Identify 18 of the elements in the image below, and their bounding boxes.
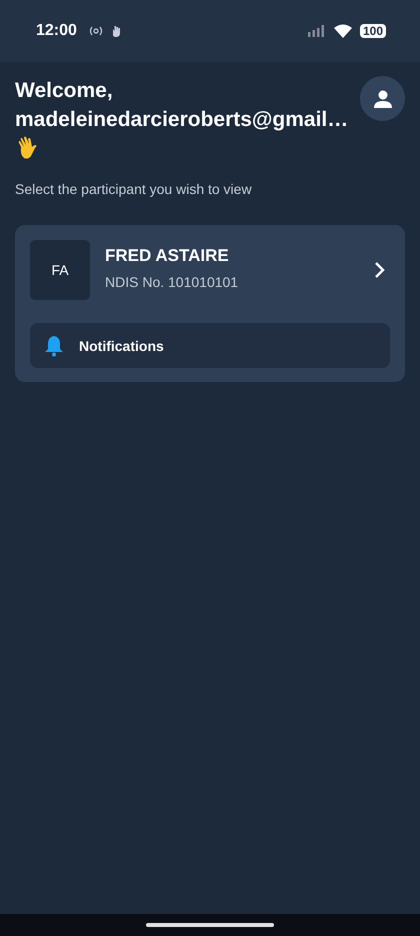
profile-button[interactable] (360, 76, 405, 121)
wifi-icon (334, 24, 352, 38)
status-time: 12:00 (36, 22, 77, 40)
notifications-button[interactable]: Notifications (30, 323, 390, 368)
bell-icon (44, 334, 64, 356)
person-icon (372, 88, 392, 108)
initials-avatar: FA (30, 240, 90, 300)
participant-name: FRED ASTAIRE (105, 246, 230, 266)
welcome-heading: Welcome, (15, 78, 114, 104)
user-email: madeleinedarcieroberts@gmail… (15, 107, 348, 133)
hotspot-icon (88, 26, 103, 36)
signal-icon (308, 25, 326, 37)
hand-icon (110, 25, 121, 37)
chevron-right-icon (374, 261, 386, 279)
battery-indicator: 100 (360, 24, 386, 38)
ndis-number: NDIS No. 101010101 (105, 274, 240, 290)
instruction-text: Select the participant you wish to view (15, 181, 253, 197)
participant-row[interactable]: FA FRED ASTAIRE NDIS No. 101010101 (30, 240, 390, 300)
